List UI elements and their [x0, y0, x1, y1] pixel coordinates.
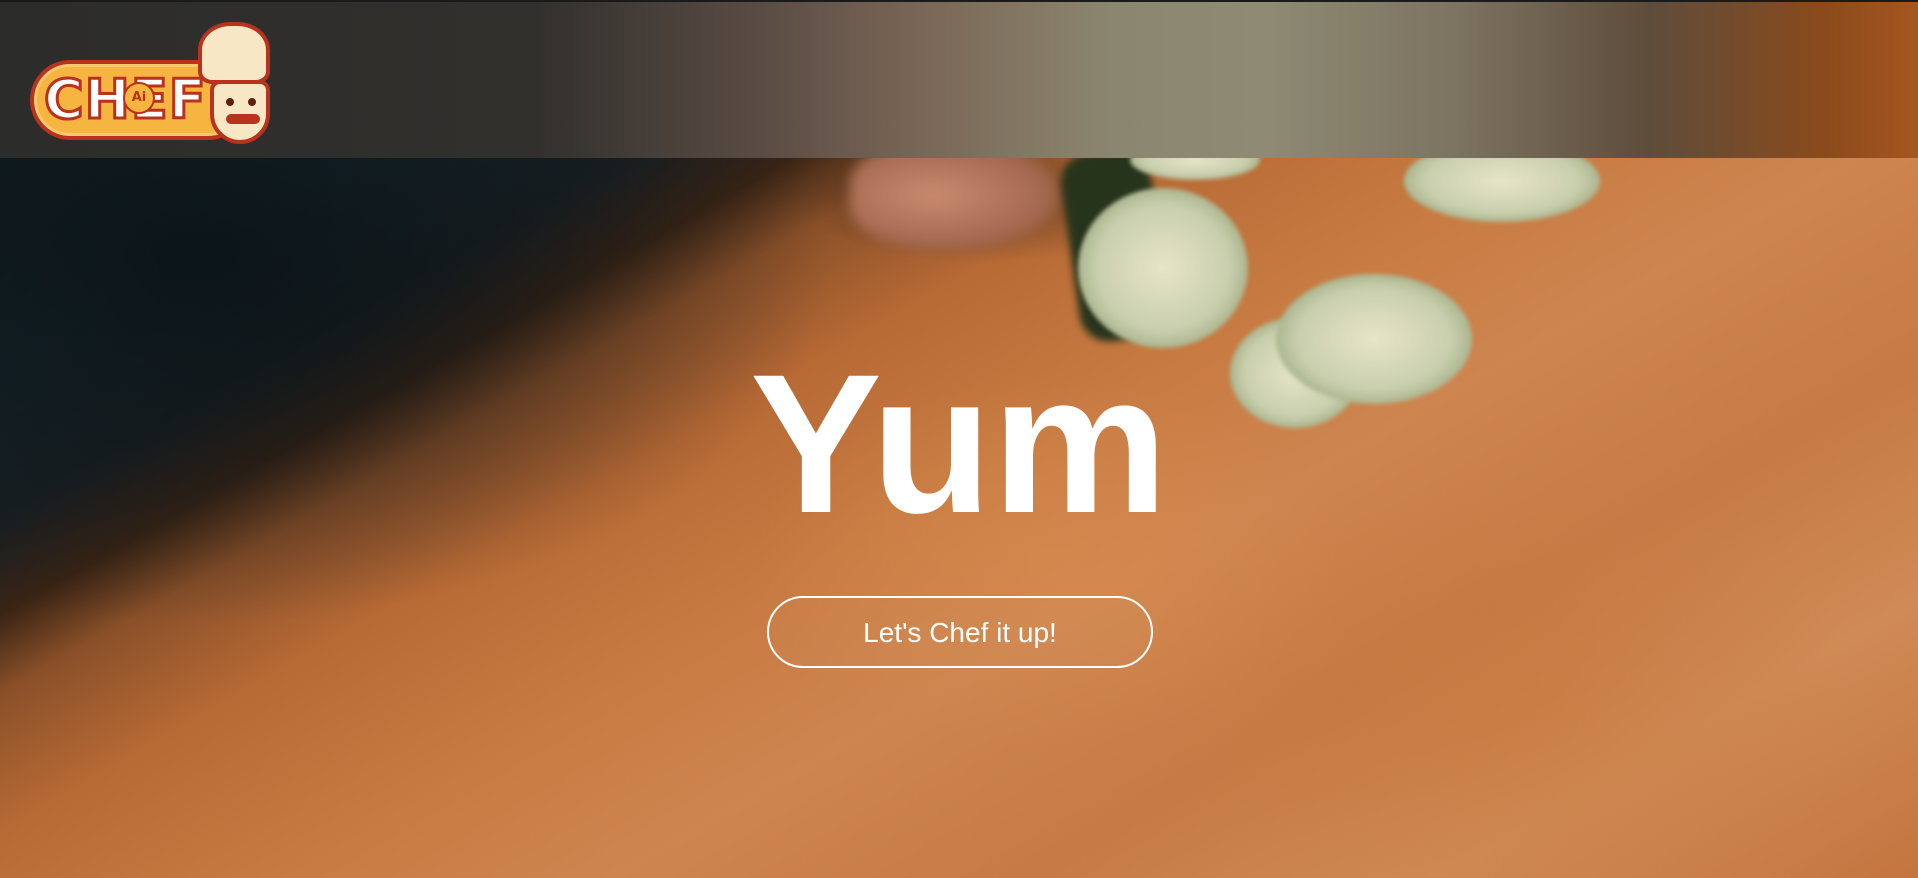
chef-eye-icon — [226, 98, 234, 106]
site-header: CHEF Ai — [0, 0, 1918, 158]
chef-eye-icon — [248, 98, 256, 106]
hero-title: Yum — [749, 333, 1169, 554]
get-started-button[interactable]: Let's Chef it up! — [767, 596, 1153, 668]
cucumber-slice — [1078, 188, 1248, 348]
chef-hat-icon — [198, 22, 270, 84]
chef-face-icon — [210, 80, 270, 144]
chef-logo[interactable]: CHEF Ai — [30, 22, 280, 146]
chef-mustache-icon — [226, 114, 260, 124]
landing-page: CHEF Ai Yum Let's Chef it up! — [0, 0, 1918, 878]
logo-ai-badge: Ai — [123, 82, 155, 114]
